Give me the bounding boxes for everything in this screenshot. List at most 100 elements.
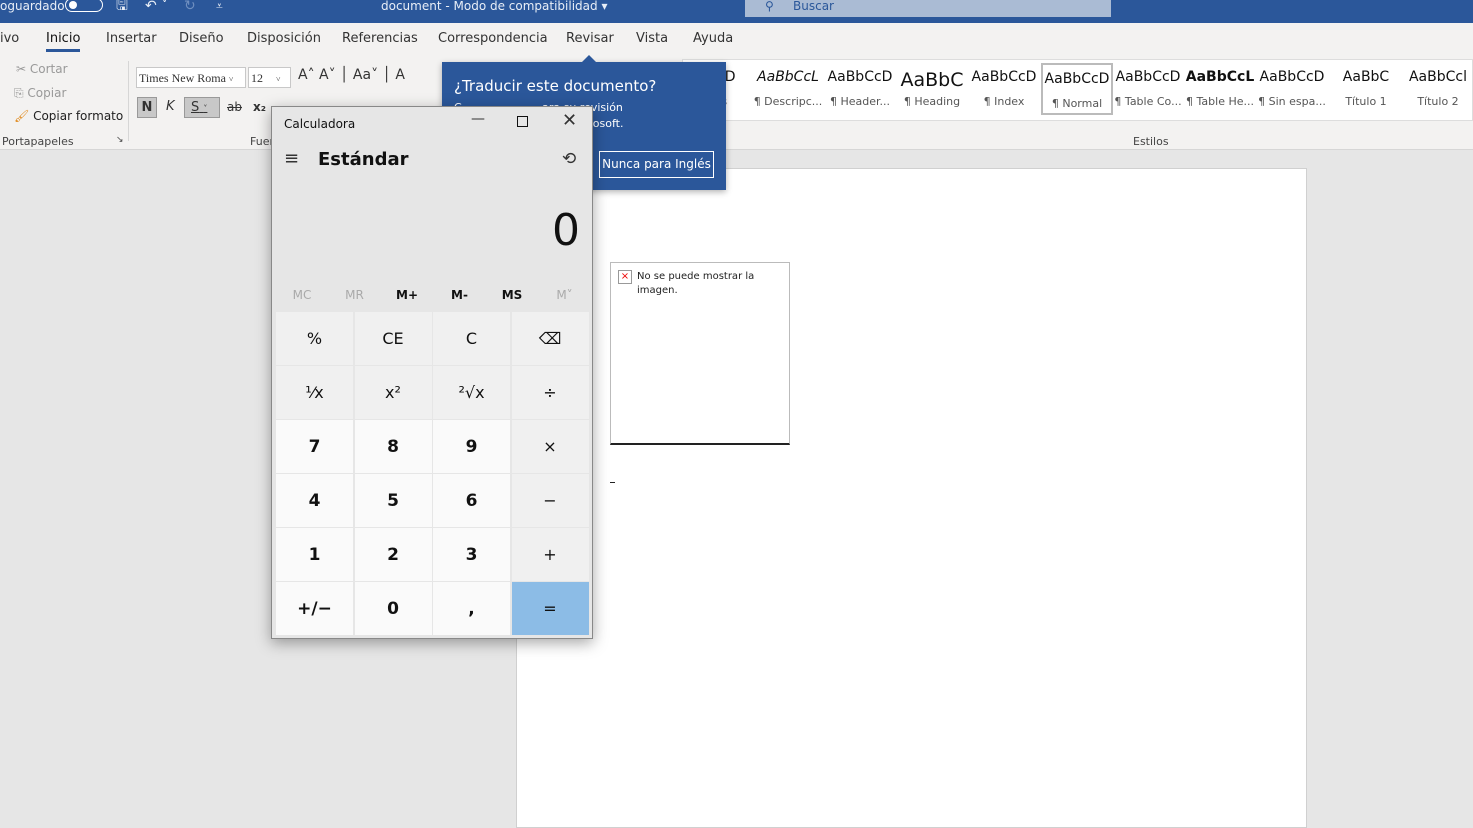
style-name: Título 1 [1345, 95, 1387, 108]
style--sin-espa-[interactable]: AaBbCcD ¶ Sin espa... [1256, 63, 1328, 115]
search-icon: ⚲ [765, 0, 774, 13]
style-preview: AaBbCcD [1115, 69, 1181, 85]
memory-ms-button[interactable]: MS [486, 288, 538, 302]
cut-label: Cortar [29, 62, 68, 76]
key-9[interactable]: 9 [433, 420, 510, 473]
key-7[interactable]: 7 [276, 420, 353, 473]
tab-ayuda[interactable]: Ayuda [693, 31, 733, 46]
autosave-toggle[interactable] [65, 0, 103, 12]
grow-font-button[interactable]: A˄ A˅ │ Aa˅ │ A [298, 67, 405, 83]
key-negate[interactable]: +/− [276, 582, 353, 635]
key-square[interactable]: x² [354, 366, 432, 419]
key-subtract[interactable]: − [511, 474, 589, 527]
key-4[interactable]: 4 [276, 474, 353, 527]
key-clear[interactable]: C [433, 312, 510, 365]
redo-icon[interactable]: ↻ [184, 0, 196, 13]
key-2[interactable]: 2 [354, 528, 432, 581]
tab-referencias[interactable]: Referencias [342, 31, 418, 46]
close-button[interactable]: ✕ [562, 110, 577, 131]
key-5[interactable]: 5 [354, 474, 432, 527]
style-t-tulo-1[interactable]: AaBbC Título 1 [1330, 63, 1402, 115]
style-t-tulo-2[interactable]: AaBbCcl Título 2 [1402, 63, 1473, 115]
tab-archivo[interactable]: ivo [0, 31, 19, 46]
key-square-root[interactable]: ²√x [433, 366, 510, 419]
style-preview: AaBbCcL [757, 69, 819, 85]
style-name: ¶ Descripc... [753, 95, 823, 108]
broken-image-icon: × [618, 270, 632, 284]
style-name: ¶ Sin espa... [1258, 95, 1326, 108]
tab-correspondencia[interactable]: Correspondencia [438, 31, 548, 46]
tab-disposicion[interactable]: Disposición [247, 31, 321, 46]
key-equals[interactable]: = [511, 582, 589, 635]
maximize-button[interactable] [517, 116, 528, 127]
history-icon[interactable]: ⟲ [562, 149, 576, 169]
font-name-select[interactable]: Times New Roma ˅ [136, 67, 246, 88]
key-0[interactable]: 0 [354, 582, 432, 635]
style-preview: AaBbCcD [971, 69, 1037, 85]
style-preview: AaBbCcD [1259, 69, 1325, 85]
calculator-window: Calculadora — ✕ ≡ Estándar ⟲ 0 MC MR M+ M- M… [271, 106, 593, 639]
tab-insertar[interactable]: Insertar [106, 31, 157, 46]
style--table-he-[interactable]: AaBbCcL ¶ Table He... [1184, 63, 1256, 115]
key-6[interactable]: 6 [433, 474, 510, 527]
key-percent[interactable]: % [276, 312, 353, 365]
style-preview: AaBbCcl [1408, 69, 1467, 85]
style--index[interactable]: AaBbCcD ¶ Index [968, 63, 1040, 115]
tab-revisar[interactable]: Revisar [566, 31, 614, 46]
style--header-[interactable]: AaBbCcD ¶ Header... [824, 63, 896, 115]
style-name: ¶ Index [983, 95, 1025, 108]
font-size-select[interactable]: 12 ˅ [248, 67, 291, 88]
style-name: Título 2 [1417, 95, 1459, 108]
key-divide[interactable]: ÷ [511, 366, 589, 419]
key-add[interactable]: + [511, 528, 589, 581]
save-icon[interactable]: 🖫 [116, 0, 128, 13]
subscript-button[interactable]: x₂ [253, 100, 266, 114]
style-preview: AaBbC [1342, 69, 1390, 85]
memory-m-button[interactable]: M- [434, 288, 486, 302]
key-clear-entry[interactable]: CE [354, 312, 432, 365]
memory-mr-button[interactable]: MR [329, 288, 381, 302]
key-3[interactable]: 3 [433, 528, 510, 581]
broken-image-text: No se puede mostrar la imagen. [637, 271, 755, 296]
minimize-button[interactable]: — [471, 111, 485, 127]
search-input[interactable]: ⚲ Buscar [745, 0, 1111, 17]
cut-button[interactable]: ✂ Cortar [16, 62, 68, 76]
copy-button[interactable]: ⎘ Copiar [14, 86, 66, 101]
style-name: ¶ Table Co... [1114, 95, 1182, 108]
document-title[interactable]: document - Modo de compatibilidad ▾ [381, 0, 607, 12]
undo-icon[interactable]: ↶ ˅ [145, 0, 168, 13]
underline-button[interactable]: S ˅ [184, 97, 220, 118]
key-multiply[interactable]: × [511, 420, 589, 473]
tab-inicio[interactable]: Inicio [46, 31, 81, 52]
customize-icon[interactable]: ⩡ [216, 0, 223, 12]
key-decimal[interactable]: , [433, 582, 510, 635]
style--descripc-[interactable]: AaBbCcL ¶ Descripc... [752, 63, 824, 115]
broken-image[interactable]: × No se puede mostrar la imagen. [610, 262, 790, 445]
tab-vista[interactable]: Vista [636, 31, 668, 46]
style-name: ¶ Heading [903, 95, 961, 108]
memory-mc-button[interactable]: MC [276, 288, 328, 302]
menu-icon[interactable]: ≡ [284, 148, 299, 169]
memory-m-button[interactable]: M˅ [539, 288, 591, 302]
tab-diseno[interactable]: Diseño [179, 31, 224, 46]
strikethrough-button[interactable]: ab [227, 100, 242, 114]
key-1[interactable]: 1 [276, 528, 353, 581]
font-name-value: Times New Roma [139, 71, 226, 85]
format-painter-button[interactable]: 🖌 Copiar formato [14, 109, 123, 123]
key-reciprocal[interactable]: ¹⁄x [276, 366, 353, 419]
clipboard-group-label: Portapapeles [2, 135, 74, 148]
bold-button[interactable]: N [137, 97, 157, 118]
style--normal[interactable]: AaBbCcD ¶ Normal [1041, 63, 1113, 115]
style-name: ¶ Normal [1051, 97, 1103, 110]
memory-m-button[interactable]: M+ [381, 288, 433, 302]
never-translate-button[interactable]: Nunca para Inglés [599, 151, 714, 178]
paintbrush-icon: 🖌 [14, 109, 30, 123]
style--table-co-[interactable]: AaBbCcD ¶ Table Co... [1112, 63, 1184, 115]
calculator-display: 0 [552, 205, 580, 256]
italic-button[interactable]: K [166, 99, 175, 114]
mode-title: Estándar [318, 149, 409, 170]
key-backspace[interactable]: ⌫ [511, 312, 589, 365]
style-name: ¶ Table He... [1186, 95, 1254, 108]
style--heading[interactable]: AaBbC ¶ Heading [896, 63, 968, 115]
key-8[interactable]: 8 [354, 420, 432, 473]
